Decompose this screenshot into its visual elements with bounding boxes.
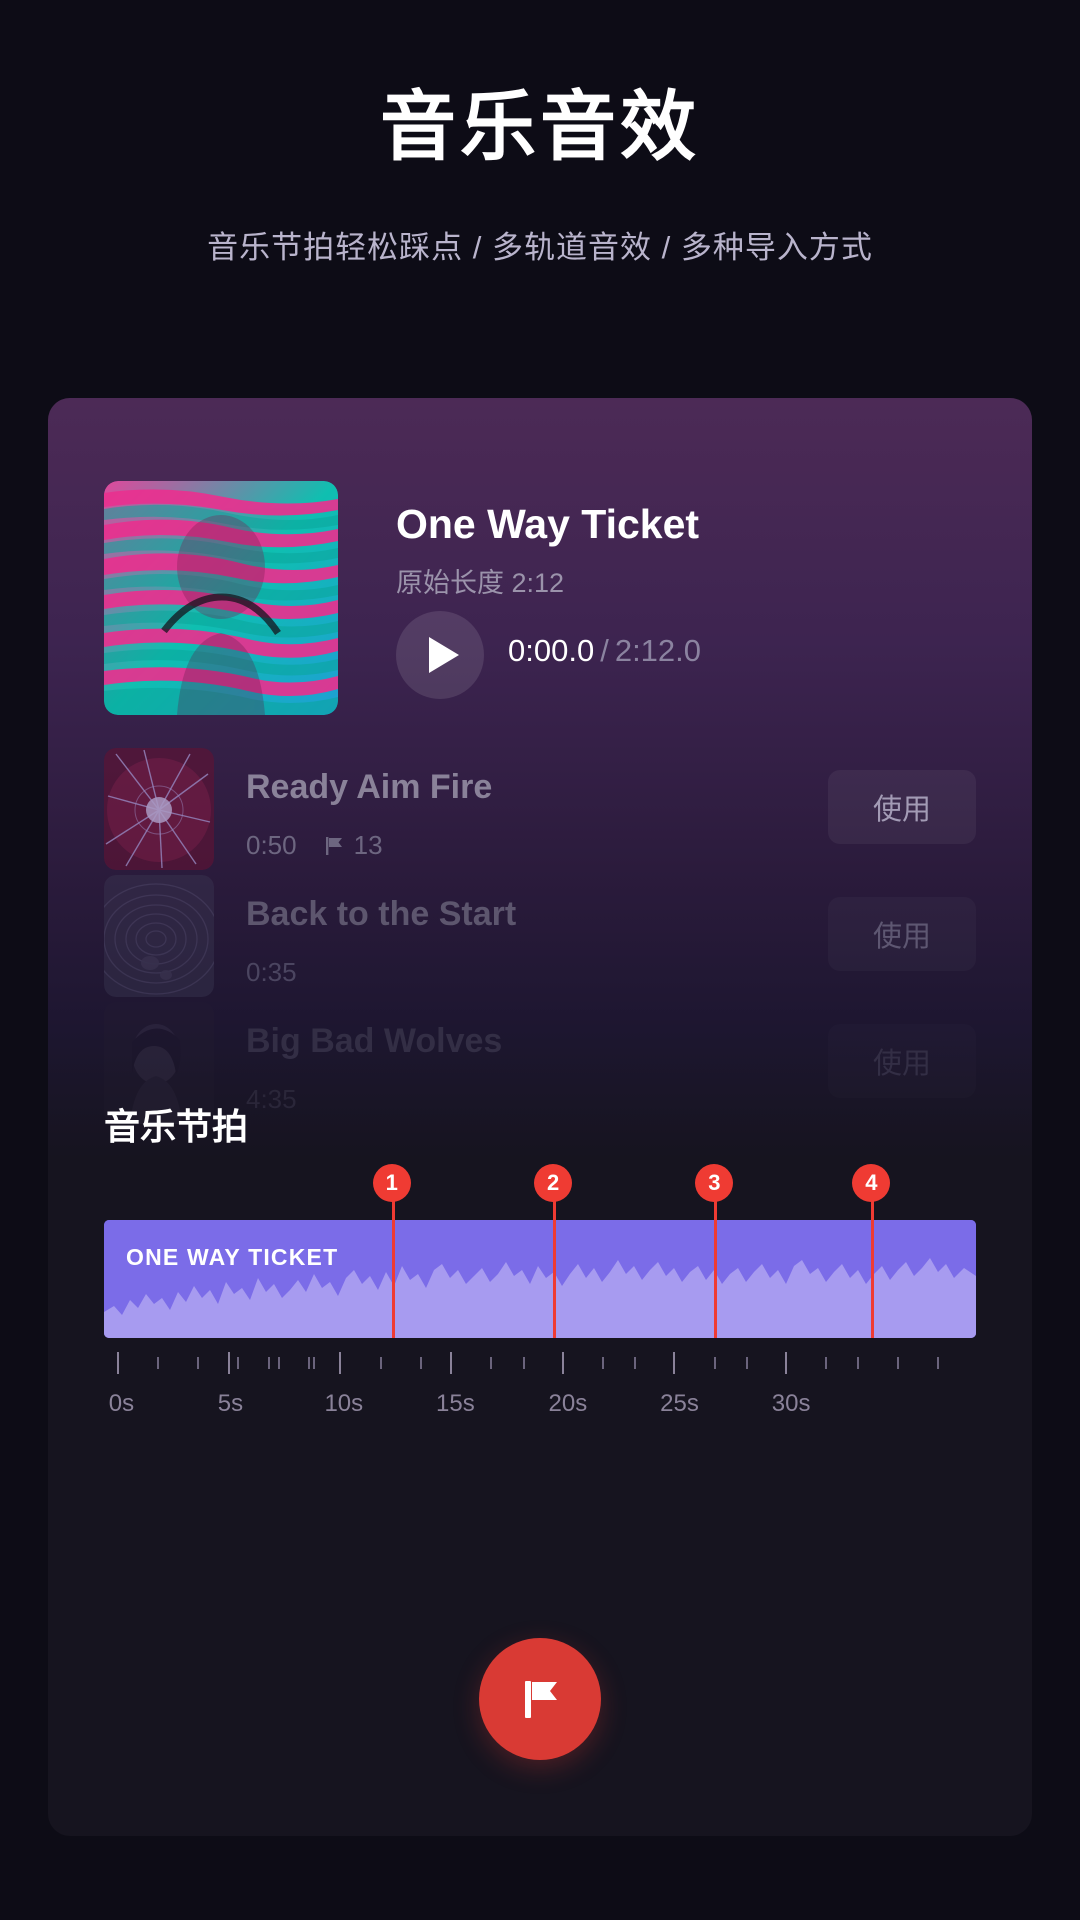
hero-section: 音乐音效 音乐节拍轻松踩点 / 多轨道音效 / 多种导入方式 (0, 0, 1080, 267)
track-meta: 4:35 (246, 1084, 297, 1115)
music-effects-screen: 音乐音效 音乐节拍轻松踩点 / 多轨道音效 / 多种导入方式 One Way T… (0, 0, 1080, 1920)
track-meta: 0:50 13 (246, 830, 383, 861)
ruler-tick (896, 1357, 899, 1369)
ruler-tick (785, 1352, 788, 1374)
play-icon (428, 637, 459, 673)
ruler-tick (490, 1357, 493, 1369)
ruler-tick (713, 1357, 716, 1369)
beat-marker-stem (871, 1194, 875, 1220)
ruler-tick (379, 1357, 382, 1369)
ruler-tick (267, 1357, 270, 1369)
now-playing-title: One Way Ticket (396, 501, 700, 547)
add-beat-marker-button[interactable] (479, 1638, 601, 1760)
use-button[interactable]: 使用 (828, 1024, 976, 1098)
flag-icon (525, 1681, 557, 1718)
time-separator: / (600, 633, 609, 668)
waveform-label: ONE WAY TICKET (126, 1244, 339, 1270)
beat-marker-row: 1 2 3 4 (104, 1164, 976, 1220)
ruler-tick (339, 1352, 342, 1374)
ruler-tick (308, 1357, 311, 1369)
ruler-label: 25s (660, 1390, 699, 1417)
flag-icon (325, 836, 342, 855)
track-beat-count: 13 (353, 830, 383, 860)
now-playing-duration: 原始长度 2:12 (396, 568, 565, 598)
ruler-tick (857, 1357, 860, 1369)
ruler-tick (157, 1357, 160, 1369)
ruler-tick (277, 1357, 280, 1369)
track-duration: 0:35 (246, 957, 297, 987)
track-duration: 4:35 (246, 1084, 297, 1114)
ruler-tick (117, 1352, 120, 1374)
album-cover (104, 481, 338, 715)
total-time: 2:12.0 (614, 633, 702, 668)
ruler-tick (227, 1352, 230, 1374)
waveform-graphic (104, 1220, 976, 1338)
ruler-tick (561, 1352, 564, 1374)
ruler-tick (450, 1352, 453, 1374)
track-name: Back to the Start (246, 895, 517, 933)
timeline-labels: 0s 5s 10s 15s 20s 25s 30s (104, 1390, 976, 1430)
waveform-track[interactable]: ONE WAY TICKET (104, 1220, 976, 1338)
track-row[interactable]: Ready Aim Fire 0:50 13 使用 (104, 748, 976, 875)
beat-marker-stem (714, 1194, 718, 1220)
beat-editor: 1 2 3 4 ONE WAY TICKET 0s 5s 10s 15s 20s… (104, 1164, 976, 1430)
ruler-label: 30s (771, 1390, 811, 1417)
ruler-tick (237, 1357, 240, 1369)
track-thumbnail (104, 875, 214, 997)
track-name: Big Bad Wolves (246, 1022, 503, 1060)
page-title: 音乐音效 (380, 85, 700, 170)
ruler-tick (634, 1357, 637, 1369)
track-beat-count-group: 13 (323, 830, 383, 861)
current-time: 0:00.0 (508, 633, 595, 668)
music-panel-card: One Way Ticket 原始长度 2:12 0:00.0/2:12.0 R… (48, 398, 1032, 1836)
ruler-label: 20s (548, 1390, 588, 1417)
track-thumbnail (104, 748, 214, 870)
ruler-label: 5s (217, 1390, 244, 1417)
track-list: Ready Aim Fire 0:50 13 使用 Back to the St… (104, 748, 976, 1129)
ruler-tick (673, 1352, 676, 1374)
play-button[interactable] (396, 611, 484, 699)
ruler-tick (601, 1357, 604, 1369)
ruler-label: 0s (108, 1390, 135, 1417)
ruler-tick (825, 1357, 828, 1369)
use-button[interactable]: 使用 (828, 770, 976, 844)
track-duration: 0:50 (246, 830, 297, 860)
beat-marker-stem (391, 1194, 395, 1220)
track-meta: 0:35 (246, 957, 297, 988)
timeline-ruler (104, 1352, 976, 1386)
page-subtitle: 音乐节拍轻松踩点 / 多轨道音效 / 多种导入方式 (207, 229, 873, 265)
ruler-label: 10s (324, 1390, 364, 1417)
track-row[interactable]: Back to the Start 0:35 使用 (104, 875, 976, 1002)
use-button[interactable]: 使用 (828, 897, 976, 971)
ruler-tick (745, 1357, 748, 1369)
ruler-tick (522, 1357, 525, 1369)
ruler-tick (313, 1357, 316, 1369)
ruler-label: 15s (436, 1390, 475, 1417)
ruler-tick (936, 1357, 939, 1369)
playback-timecode: 0:00.0/2:12.0 (508, 633, 701, 669)
track-name: Ready Aim Fire (246, 768, 493, 806)
ruler-tick (419, 1357, 422, 1369)
beat-section-heading: 音乐节拍 (104, 1106, 249, 1147)
ruler-tick (197, 1357, 200, 1369)
beat-marker-stem (553, 1194, 557, 1220)
